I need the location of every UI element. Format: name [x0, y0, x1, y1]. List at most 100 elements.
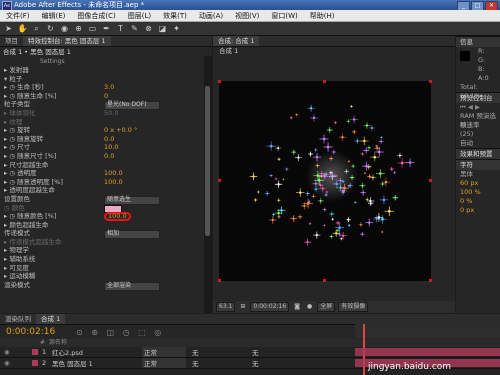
effect-property-row[interactable]: 设置颜色 随意选生 — [4, 195, 212, 205]
layer-duration-bar[interactable] — [355, 348, 500, 356]
effect-property-value[interactable]: 10.0 — [104, 143, 118, 152]
camera-tool-icon[interactable]: ◉ — [59, 24, 70, 34]
zoom-dropdown[interactable]: 63.1 — [216, 302, 236, 312]
preview-controls-icon[interactable]: ⏮ ◀ ▶ — [456, 103, 500, 112]
effect-property-row[interactable]: ▸ 物理学 — [4, 246, 212, 255]
vertical-scale-value[interactable]: 100 % — [456, 188, 500, 197]
tab-effect-controls[interactable]: 特效控制台: 黑色 固态层 1 — [23, 36, 111, 46]
current-time-display[interactable]: 0:00:02:16 — [250, 302, 290, 312]
tab-comp-1[interactable]: 合成 1 — [36, 314, 66, 324]
effect-property-row[interactable]: 渲染模式 全部渲染 — [4, 281, 212, 291]
timeline-switches-icon[interactable]: ⊙ ⊛ ◫ ◷ ⬚ ◎ — [76, 328, 164, 337]
effect-property-value[interactable]: 0.0 — [104, 152, 114, 161]
effect-property-dropdown[interactable]: 全部渲染 — [104, 281, 160, 291]
effect-property-row[interactable]: ▸ 运动模糊 — [4, 272, 212, 281]
layer-label-color[interactable] — [32, 349, 38, 355]
hand-tool-icon[interactable]: ✋ — [17, 24, 28, 34]
tracking-value[interactable]: 0 px — [456, 206, 500, 215]
effect-property-row[interactable]: ▸ ◷ 尺寸 10.0 — [4, 143, 212, 152]
effect-property-row[interactable]: ▸ ◷ 透明度 100.0 — [4, 169, 212, 178]
menu-file[interactable]: 文件(F) — [0, 11, 36, 21]
pan-behind-tool-icon[interactable]: ⊕ — [73, 24, 84, 34]
effect-property-row[interactable]: ▸ 可见度 — [4, 264, 212, 273]
effect-property-row[interactable]: ▸ 辅助系统 — [4, 255, 212, 264]
layer-parent[interactable]: 无 — [252, 347, 292, 357]
effect-controls-scrollbar[interactable] — [204, 56, 212, 313]
effect-property-row[interactable]: ▸ 传递模式超越生命 — [4, 238, 212, 247]
effect-property-value[interactable]: 50.0 — [104, 109, 118, 118]
effect-property-row[interactable]: ▸ ◷ 旋转 0 x +0.0 ° — [4, 126, 212, 135]
selection-tool-icon[interactable]: ➤ — [3, 24, 14, 34]
zoom-tool-icon[interactable]: ⌕ — [31, 24, 42, 34]
snapshot-icon[interactable]: ◙ — [292, 303, 302, 311]
effect-property-row[interactable]: ▸ 纹理 — [4, 118, 212, 127]
composition-viewer[interactable] — [218, 80, 432, 282]
layer-visibility-icon[interactable]: ◉ — [0, 348, 32, 356]
pen-tool-icon[interactable]: ✒ — [101, 24, 112, 34]
effects-presets-title[interactable]: 效果和预置 — [456, 148, 500, 159]
color-channel-icon[interactable]: ● — [305, 303, 314, 311]
effect-property-value[interactable]: 100.0 — [104, 169, 123, 178]
menu-animation[interactable]: 动画(A) — [193, 11, 229, 21]
effect-property-row[interactable]: ◷ 颜色 — [4, 204, 212, 213]
rectangle-tool-icon[interactable]: ▭ — [87, 24, 98, 34]
effect-property-row[interactable]: ▸ ◷ 随意生命 [%] 0 — [4, 92, 212, 101]
resolution-value[interactable]: 自动 — [456, 139, 500, 148]
font-size-value[interactable]: 60 px — [456, 179, 500, 188]
info-panel-title[interactable]: 信息 — [456, 36, 500, 47]
effect-property-value[interactable]: 0 — [104, 92, 108, 101]
clone-tool-icon[interactable]: ⊗ — [143, 24, 154, 34]
effect-property-value[interactable]: 3.0 — [104, 83, 114, 92]
rotate-tool-icon[interactable]: ↻ — [45, 24, 56, 34]
effect-property-row[interactable]: ▸ ◷ 随意颜色 [%] 100.0 — [4, 212, 212, 222]
effect-property-row[interactable]: ▸ 发射器 — [4, 66, 212, 75]
effect-property-value[interactable]: 100.0 — [104, 178, 123, 187]
layer-name[interactable]: 黑色 固态层 1 — [52, 358, 142, 368]
layer-mode-dropdown[interactable]: 正常 — [142, 358, 186, 368]
brush-tool-icon[interactable]: ✎ — [129, 24, 140, 34]
menu-view[interactable]: 视图(V) — [229, 11, 265, 21]
menu-layer[interactable]: 图层(L) — [122, 11, 157, 21]
effect-property-row[interactable]: ▾ 粒子 — [4, 75, 212, 84]
menu-window[interactable]: 窗口(W) — [265, 11, 303, 21]
menu-edit[interactable]: 编辑(E) — [36, 11, 72, 21]
timeline-layer-row[interactable]: ◉ 1 红心2.psd 正常无无 — [0, 347, 500, 358]
effect-property-row[interactable]: ▸ ◷ 随意旋转 0.0 — [4, 135, 212, 144]
tab-render-queue[interactable]: 渲染队列 — [0, 314, 36, 324]
time-ruler[interactable] — [355, 324, 500, 375]
effect-property-row[interactable]: 粒子类型 星光(No DOF) — [4, 100, 212, 111]
layer-trkmat[interactable]: 无 — [186, 358, 252, 368]
layer-visibility-icon[interactable]: ◉ — [0, 359, 32, 367]
character-panel-title[interactable]: 字符 — [456, 159, 500, 170]
framerate-value[interactable]: (25) — [456, 130, 500, 139]
effect-property-row[interactable]: ▸ 透明度超越生命 — [4, 186, 212, 195]
effect-property-row[interactable]: ▸ ◷ 随意尺寸 [%] 0.0 — [4, 152, 212, 161]
resolution-dropdown[interactable]: 全屏 — [317, 302, 336, 312]
tab-project[interactable]: 项目 — [0, 36, 23, 46]
effect-property-value[interactable]: 0.0 — [104, 135, 114, 144]
layer-label-color[interactable] — [32, 360, 38, 366]
puppet-tool-icon[interactable]: ✦ — [171, 24, 182, 34]
effect-property-row[interactable]: ▸ 尺寸超越生命 — [4, 161, 212, 170]
horizontal-scale-value[interactable]: 0 % — [456, 197, 500, 206]
menu-composition[interactable]: 图像合成(C) — [71, 11, 121, 21]
text-tool-icon[interactable]: T — [115, 24, 126, 34]
eraser-tool-icon[interactable]: ◪ — [157, 24, 168, 34]
camera-snapshot-icon[interactable]: ⊞ — [238, 303, 247, 311]
layer-trkmat[interactable]: 无 — [186, 347, 252, 357]
menu-help[interactable]: 帮助(H) — [304, 11, 341, 21]
layer-parent[interactable]: 无 — [252, 358, 292, 368]
effect-property-row[interactable]: 传递模式 相加 — [4, 229, 212, 240]
effect-property-row[interactable]: ▸ 球体羽化 50.0 — [4, 109, 212, 118]
effect-property-value[interactable]: 0 x +0.0 ° — [104, 126, 137, 135]
effect-property-row[interactable]: ▸ ◷ 生命 [秒] 3.0 — [4, 83, 212, 92]
scrollbar-thumb[interactable] — [205, 86, 210, 236]
layer-mode-dropdown[interactable]: 正常 — [142, 347, 186, 357]
font-family-value[interactable]: 黑体 — [456, 170, 500, 179]
preview-panel-title[interactable]: 预览控制台 — [456, 92, 500, 103]
composition-subtab[interactable]: 合成 1 — [213, 47, 455, 56]
effect-property-row[interactable]: ▸ 颜色超越生命 — [4, 221, 212, 230]
active-camera-dropdown[interactable]: 有效摄像 — [338, 302, 369, 312]
timeline-timecode[interactable]: 0:00:02:16 — [0, 327, 76, 337]
menu-effect[interactable]: 效果(T) — [157, 11, 193, 21]
